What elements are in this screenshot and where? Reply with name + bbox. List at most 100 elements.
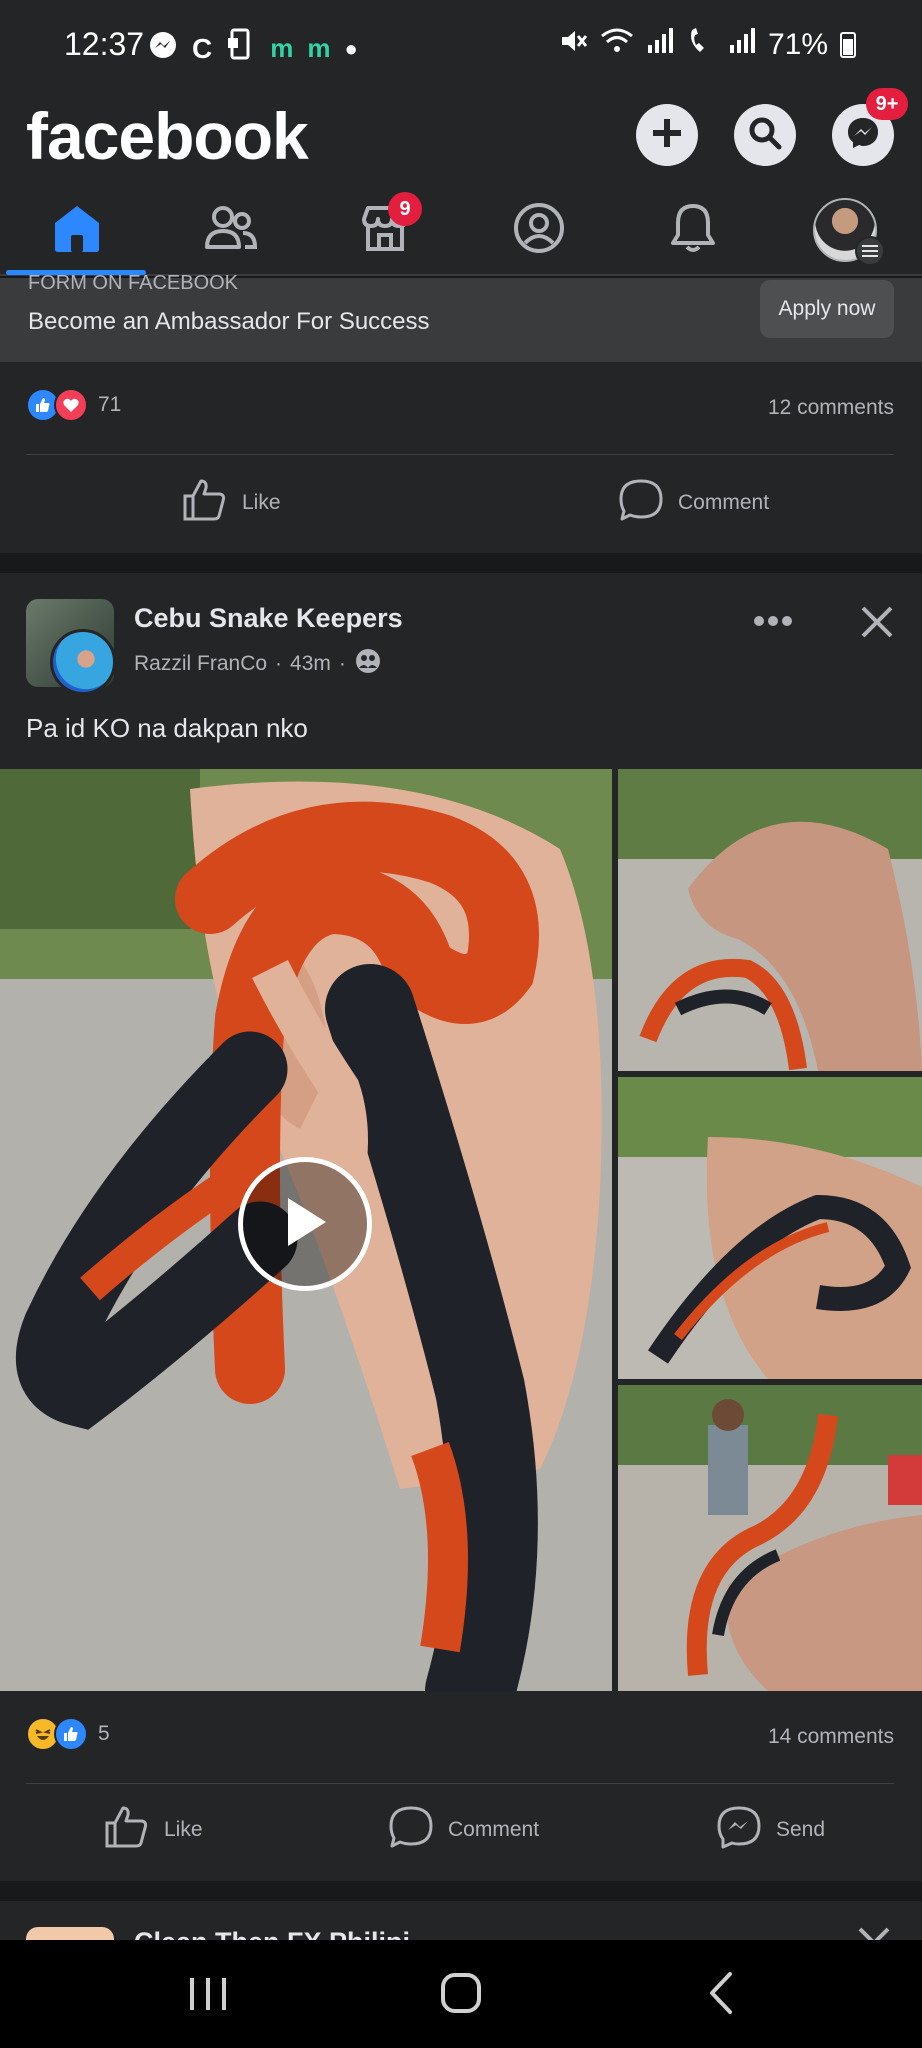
friends-icon xyxy=(203,203,259,258)
m-app-icon: m xyxy=(270,33,294,63)
recent-apps-icon xyxy=(178,1978,238,2018)
divider xyxy=(26,1783,894,1784)
apply-now-button[interactable]: Apply now xyxy=(760,280,894,338)
comment-label: Comment xyxy=(448,1818,540,1841)
post-text: Pa id KO na dakpan nko xyxy=(26,713,308,743)
search-button[interactable] xyxy=(734,104,796,166)
photo-thumbnail-2[interactable] xyxy=(618,1077,922,1379)
signal-icon xyxy=(646,27,674,63)
next-post-avatar[interactable] xyxy=(26,1927,114,1941)
photo-thumbnail-1[interactable] xyxy=(618,769,922,1071)
messenger-badge: 9+ xyxy=(866,88,908,120)
system-icons: 71% xyxy=(558,26,856,64)
group-avatar[interactable] xyxy=(26,599,118,695)
messenger-notification-icon xyxy=(148,30,178,67)
author-name[interactable]: Razzil FranCo xyxy=(134,652,267,676)
author-avatar[interactable] xyxy=(50,629,116,695)
hide-post-button[interactable] xyxy=(852,599,902,649)
home-nav-button[interactable] xyxy=(438,1970,484,2021)
video-thumbnail[interactable] xyxy=(0,769,612,1691)
play-icon xyxy=(280,1194,330,1255)
post-comments-count[interactable]: 14 comments xyxy=(768,1725,894,1749)
ad-post-card: FORM ON FACEBOOK Become an Ambassador Fo… xyxy=(0,272,922,553)
like-button[interactable]: Like xyxy=(104,1805,203,1855)
notification-icons: C m m ● xyxy=(148,28,358,69)
next-post-card: Clean Then FX Philipi... xyxy=(0,1901,922,1941)
post-time[interactable]: 43m xyxy=(290,652,331,676)
tab-profile[interactable] xyxy=(462,184,616,276)
system-nav-bar xyxy=(0,1940,922,2048)
group-post-card: Cebu Snake Keepers Razzil FranCo · 43m ·… xyxy=(0,573,922,1881)
app-header: facebook 9+ xyxy=(0,88,922,184)
create-button[interactable] xyxy=(636,104,698,166)
marketplace-badge: 9 xyxy=(388,192,422,226)
media-grid xyxy=(0,769,922,1691)
clock: 12:37 xyxy=(64,26,145,62)
tab-home[interactable] xyxy=(0,184,154,276)
profile-icon xyxy=(512,201,566,260)
signal-icon-2 xyxy=(728,27,756,63)
send-button[interactable]: Send xyxy=(716,1805,825,1855)
more-options-button[interactable] xyxy=(748,603,798,643)
wifi-icon xyxy=(600,26,634,64)
tab-menu[interactable] xyxy=(768,184,922,276)
play-button[interactable] xyxy=(238,1157,372,1291)
send-label: Send xyxy=(776,1818,826,1841)
post-meta: Razzil FranCo · 43m · xyxy=(134,647,382,681)
like-reaction-icon xyxy=(54,1717,88,1751)
menu-lines-icon xyxy=(855,236,885,266)
battery-icon xyxy=(840,32,856,58)
c-app-icon: C xyxy=(192,32,213,64)
status-bar: 12:37 C m m ● 71% xyxy=(0,0,922,92)
divider xyxy=(26,454,894,455)
ad-cta-strip: FORM ON FACEBOOK Become an Ambassador Fo… xyxy=(0,272,922,362)
ad-like-button[interactable]: Like xyxy=(182,478,281,528)
mute-icon xyxy=(558,26,588,64)
snake-photo-1 xyxy=(618,769,922,1071)
close-icon xyxy=(859,604,895,645)
recent-apps-button[interactable] xyxy=(178,1974,238,2019)
comment-button[interactable]: Comment xyxy=(388,1805,539,1855)
m-app-icon-2: m xyxy=(307,33,331,63)
thumbs-up-icon xyxy=(182,478,228,528)
ad-comments-count[interactable]: 12 comments xyxy=(768,396,894,420)
bell-icon xyxy=(668,201,718,260)
group-name[interactable]: Cebu Snake Keepers xyxy=(134,603,403,634)
ad-reaction-count: 71 xyxy=(98,393,122,416)
ad-reactions[interactable]: 71 xyxy=(26,388,121,422)
post-reaction-count: 5 xyxy=(98,1722,110,1745)
like-label: Like xyxy=(164,1818,203,1841)
love-reaction-icon xyxy=(54,388,88,422)
battery-percent: 71% xyxy=(767,28,828,61)
comment-label: Comment xyxy=(678,491,770,514)
next-post-close-button[interactable] xyxy=(856,1925,892,1941)
phone-device-icon xyxy=(226,28,256,69)
back-button[interactable] xyxy=(702,1970,742,2021)
tab-bar: 9 xyxy=(0,184,922,276)
meta-separator-2: · xyxy=(338,652,346,675)
ad-comment-button[interactable]: Comment xyxy=(618,478,769,528)
back-chevron-icon xyxy=(702,1972,742,2020)
home-icon xyxy=(50,201,104,260)
next-post-title[interactable]: Clean Then FX Philipi... xyxy=(134,1927,433,1941)
messenger-send-icon xyxy=(716,1805,762,1855)
search-icon xyxy=(745,113,785,158)
comment-icon xyxy=(388,1805,434,1855)
like-label: Like xyxy=(242,491,281,514)
home-circle-icon xyxy=(438,1973,484,2020)
facebook-logo[interactable]: facebook xyxy=(26,98,309,174)
wifi-calling-icon xyxy=(686,26,716,64)
thumbs-up-icon xyxy=(104,1805,150,1855)
tab-friends[interactable] xyxy=(154,184,308,276)
post-reactions[interactable]: 5 xyxy=(26,1717,110,1751)
photo-thumbnail-3[interactable] xyxy=(618,1385,922,1691)
meta-separator: · xyxy=(275,652,283,675)
group-privacy-icon xyxy=(354,647,382,681)
plus-icon xyxy=(647,113,687,158)
tab-notifications[interactable] xyxy=(616,184,770,276)
tab-marketplace[interactable] xyxy=(308,184,462,276)
snake-photo-2 xyxy=(618,1077,922,1379)
more-dots-icon xyxy=(753,614,793,632)
comment-icon xyxy=(618,478,664,528)
snake-photo-3 xyxy=(618,1385,922,1691)
